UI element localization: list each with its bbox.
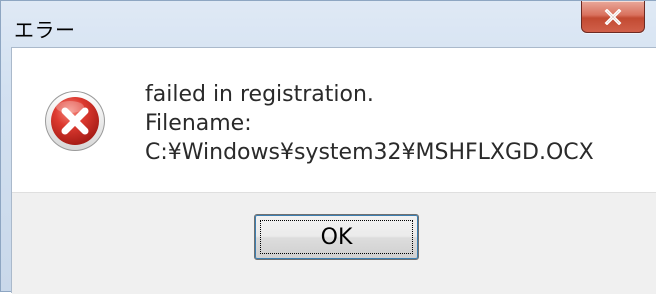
button-bar: OK xyxy=(12,192,656,294)
focus-rectangle xyxy=(260,220,413,254)
window-title: エラー xyxy=(14,18,76,42)
close-icon xyxy=(604,8,622,25)
message-line-3: C:¥Windows¥system32¥MSHFLXGD.OCX xyxy=(145,140,594,165)
error-dialog: エラー failed in registration. Filename: C:… xyxy=(0,0,656,294)
dialog-body: failed in registration. Filename: C:¥Win… xyxy=(11,47,656,294)
message-area: failed in registration. Filename: C:¥Win… xyxy=(12,48,656,192)
title-bar[interactable]: エラー xyxy=(1,1,656,47)
error-message: failed in registration. Filename: C:¥Win… xyxy=(145,80,594,167)
ok-button[interactable]: OK xyxy=(254,214,419,260)
message-line-2: Filename: xyxy=(145,111,252,136)
close-button[interactable] xyxy=(581,1,645,33)
error-x-icon xyxy=(45,91,105,151)
message-line-1: failed in registration. xyxy=(145,82,374,107)
